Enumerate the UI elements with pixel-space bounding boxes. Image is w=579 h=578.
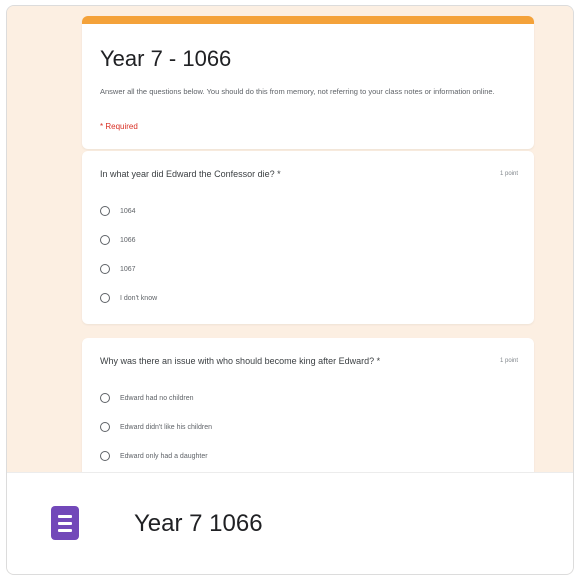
google-forms-icon: [51, 506, 79, 540]
form-preview-card[interactable]: Year 7 - 1066 Answer all the questions b…: [6, 5, 574, 575]
radio-option[interactable]: 1067: [100, 261, 136, 277]
question-points: 1 point: [499, 358, 518, 364]
form-preview: Year 7 - 1066 Answer all the questions b…: [7, 6, 573, 472]
radio-button[interactable]: [100, 206, 110, 216]
radio-option[interactable]: Edward had no children: [100, 390, 194, 406]
question-points: 1 point: [499, 171, 518, 177]
radio-button[interactable]: [100, 235, 110, 245]
radio-option[interactable]: Edward only had a daughter: [100, 448, 208, 464]
question-card: Why was there an issue with who should b…: [82, 338, 534, 472]
form-description: Answer all the questions below. You shou…: [100, 87, 495, 96]
option-label: Edward didn't like his children: [120, 423, 212, 431]
radio-option[interactable]: Edward didn't like his children: [100, 419, 212, 435]
footer-title[interactable]: Year 7 1066: [134, 510, 263, 538]
question-text: In what year did Edward the Confessor di…: [100, 169, 281, 179]
option-label: 1067: [120, 265, 136, 273]
option-label: 1064: [120, 207, 136, 215]
radio-option[interactable]: 1066: [100, 232, 136, 248]
radio-button[interactable]: [100, 293, 110, 303]
question-card: In what year did Edward the Confessor di…: [82, 151, 534, 324]
card-footer[interactable]: Year 7 1066: [7, 472, 573, 574]
radio-option[interactable]: I don't know: [100, 290, 157, 306]
option-label: I don't know: [120, 294, 158, 302]
option-label: Edward only had a daughter: [120, 452, 208, 460]
form-header-card: Year 7 - 1066 Answer all the questions b…: [82, 16, 534, 149]
radio-button[interactable]: [100, 451, 110, 461]
radio-button[interactable]: [100, 422, 110, 432]
option-label: Edward had no children: [120, 394, 194, 402]
radio-option[interactable]: 1064: [100, 203, 136, 219]
option-label: 1066: [120, 236, 136, 244]
form-title: Year 7 - 1066: [100, 46, 232, 71]
required-note: * Required: [100, 122, 138, 131]
radio-button[interactable]: [100, 393, 110, 403]
radio-button[interactable]: [100, 264, 110, 274]
question-text: Why was there an issue with who should b…: [100, 356, 381, 366]
